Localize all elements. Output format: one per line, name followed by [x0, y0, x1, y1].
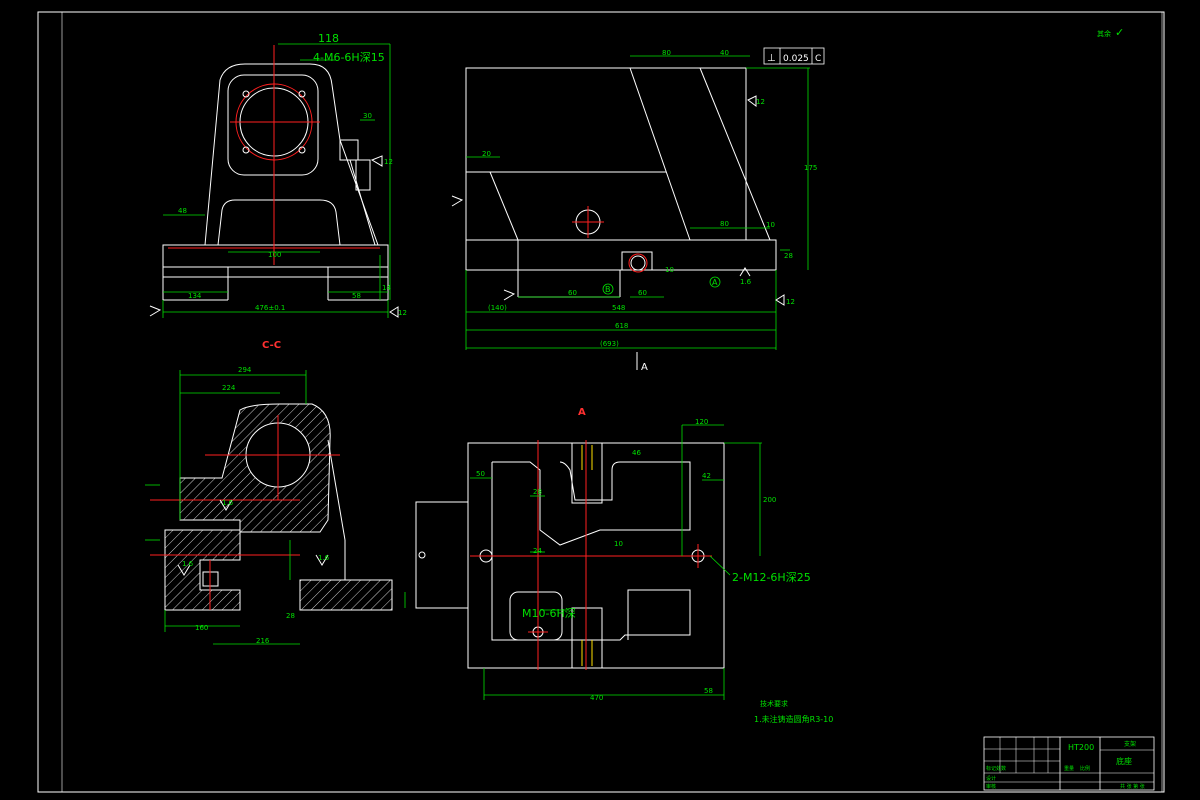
svg-text:支架: 支架 — [1124, 740, 1136, 748]
svg-text:100: 100 — [268, 251, 281, 259]
svg-text:58: 58 — [352, 292, 361, 300]
svg-text:134: 134 — [188, 292, 202, 300]
right-side-view: 80 40 20 80 175 10 28 60 60 10 (140) 548… — [451, 47, 825, 373]
svg-text:58: 58 — [704, 687, 713, 695]
svg-text:294: 294 — [238, 366, 252, 374]
svg-text:470: 470 — [590, 694, 603, 702]
svg-text:0.025: 0.025 — [783, 54, 809, 64]
svg-text:618: 618 — [615, 322, 628, 330]
bottom-view-a: A 470 58 50 46 42 28 24 10 120 200 2-M12… — [415, 407, 811, 702]
svg-text:2-M12-6H深25: 2-M12-6H深25 — [732, 571, 811, 584]
svg-text:46: 46 — [632, 449, 641, 457]
svg-text:120: 120 — [695, 418, 708, 426]
svg-text:重量: 重量 — [1064, 765, 1074, 772]
svg-text:24: 24 — [533, 547, 542, 555]
inner-border — [61, 11, 1163, 793]
svg-text:12: 12 — [756, 98, 765, 106]
svg-text:⊥: ⊥ — [767, 53, 776, 64]
svg-text:10: 10 — [614, 540, 623, 548]
default-roughness-mark: 其余 ✓ — [1097, 26, 1124, 39]
section-c-c-view: 294 224 160 216 28 1.6 1.6 1.6 — [145, 366, 406, 645]
svg-text:200: 200 — [763, 496, 776, 504]
svg-text:1.6: 1.6 — [222, 499, 234, 507]
svg-text:28: 28 — [286, 612, 295, 620]
svg-text:28: 28 — [533, 488, 542, 496]
svg-text:50: 50 — [476, 470, 485, 478]
svg-text:底座: 底座 — [1116, 756, 1132, 766]
svg-text:10: 10 — [766, 221, 775, 229]
svg-text:118: 118 — [318, 32, 339, 45]
svg-text:80: 80 — [720, 220, 729, 228]
cad-drawing-canvas: 其余 ✓ 118 4-M6-6H深15 476±0.1 134 58 48 30… — [37, 11, 1165, 793]
technical-notes: 技术要求 1.未注铸造圆角R3-10 — [754, 699, 833, 724]
svg-text:(140): (140) — [488, 304, 507, 312]
svg-text:20: 20 — [482, 150, 491, 158]
section-label: C-C — [262, 340, 281, 351]
svg-text:4-M6-6H深15: 4-M6-6H深15 — [313, 51, 385, 64]
svg-text:A: A — [712, 278, 718, 287]
svg-text:28: 28 — [784, 252, 793, 260]
svg-text:60: 60 — [638, 289, 647, 297]
svg-text:1.6: 1.6 — [318, 554, 330, 562]
svg-text:12: 12 — [398, 309, 407, 317]
svg-text:1.未注铸造圆角R3-10: 1.未注铸造圆角R3-10 — [754, 714, 833, 724]
svg-text:175: 175 — [804, 164, 817, 172]
svg-text:42: 42 — [702, 472, 711, 480]
svg-text:224: 224 — [222, 384, 236, 392]
left-front-view: 118 4-M6-6H深15 476±0.1 134 58 48 30 14 1… — [149, 32, 407, 318]
svg-text:60: 60 — [568, 289, 577, 297]
svg-text:其余: 其余 — [1097, 29, 1111, 38]
svg-text:技术要求: 技术要求 — [760, 699, 788, 708]
svg-text:比例: 比例 — [1080, 765, 1090, 772]
svg-text:30: 30 — [363, 112, 372, 120]
svg-text:A: A — [641, 362, 648, 373]
svg-text:共 张 第 张: 共 张 第 张 — [1120, 783, 1145, 790]
svg-text:A: A — [578, 407, 586, 418]
outer-border — [37, 11, 1165, 793]
svg-text:48: 48 — [178, 207, 187, 215]
svg-text:40: 40 — [720, 49, 729, 57]
svg-text:(693): (693) — [600, 340, 619, 348]
svg-text:12: 12 — [384, 158, 393, 166]
svg-text:M10-6H深: M10-6H深 — [522, 607, 576, 620]
svg-text:476±0.1: 476±0.1 — [255, 304, 285, 312]
svg-text:14: 14 — [382, 284, 391, 292]
svg-text:B: B — [605, 285, 611, 294]
svg-text:标记处数: 标记处数 — [986, 765, 1006, 772]
svg-text:80: 80 — [662, 49, 671, 57]
svg-text:160: 160 — [195, 624, 208, 632]
svg-text:1.6: 1.6 — [182, 560, 194, 568]
svg-text:10: 10 — [665, 266, 674, 274]
svg-text:548: 548 — [612, 304, 625, 312]
svg-text:✓: ✓ — [1115, 26, 1124, 39]
svg-text:设计: 设计 — [986, 775, 996, 782]
svg-text:HT200: HT200 — [1068, 743, 1094, 752]
geometric-tolerance-frame: ⊥ 0.025 C — [763, 47, 825, 65]
title-block: 支架 HT200 底座 标记处数 设计 审核 重量 比例 共 张 第 张 — [983, 736, 1155, 791]
svg-text:216: 216 — [256, 637, 270, 645]
svg-text:C: C — [815, 54, 821, 64]
svg-text:审核: 审核 — [986, 783, 996, 790]
svg-text:12: 12 — [786, 298, 795, 306]
svg-text:1.6: 1.6 — [740, 278, 752, 286]
